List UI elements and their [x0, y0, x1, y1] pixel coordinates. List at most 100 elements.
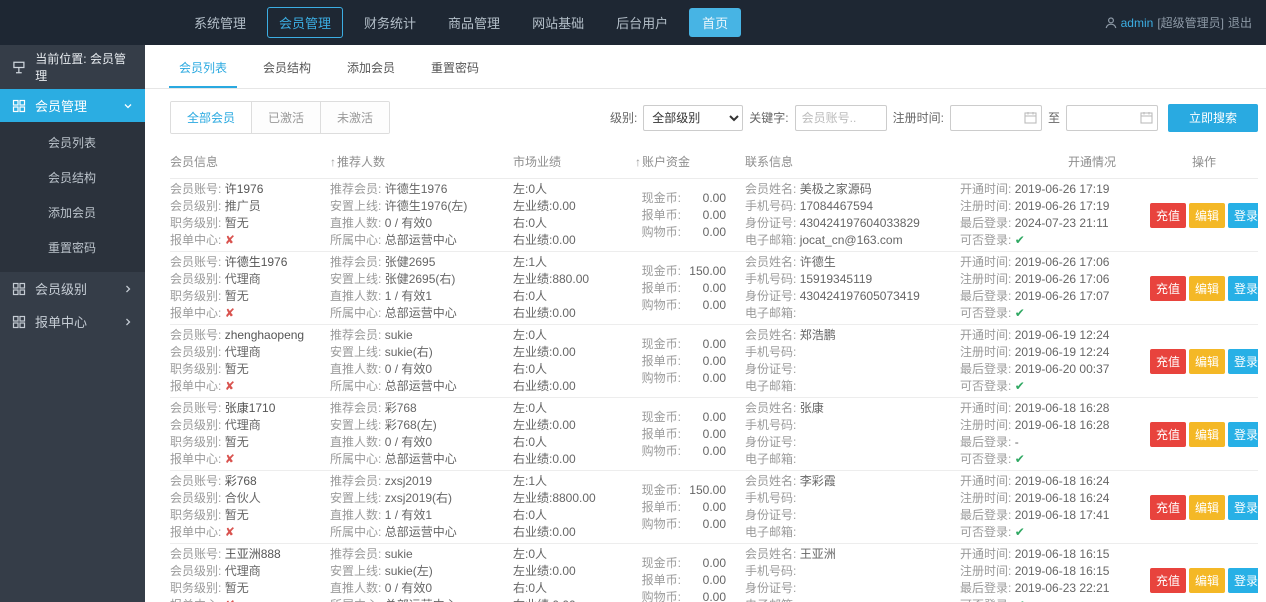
- regtime-start-input[interactable]: [949, 104, 1042, 131]
- member-account[interactable]: zhenghaopeng: [225, 328, 304, 342]
- contact-cell: 会员姓名: 李彩霞 手机号码: 身份证号: 电子邮箱:: [745, 474, 836, 539]
- open-time: 2019-06-18 16:28: [1014, 401, 1110, 415]
- actions-cell: 充值 编辑 登录: [1150, 181, 1258, 249]
- login-button[interactable]: 登录: [1228, 275, 1258, 301]
- edit-button[interactable]: 编辑: [1189, 567, 1226, 593]
- contact-cell: 会员姓名: 郑浩鹏 手机号码: 身份证号: 电子邮箱:: [745, 328, 836, 393]
- cross-icon: ✘: [224, 379, 235, 393]
- upline: zxsj2019(右): [384, 491, 453, 505]
- nav-item-website[interactable]: 网站基础: [521, 8, 595, 37]
- nav-item-backend-users[interactable]: 后台用户: [605, 8, 679, 37]
- belong-center: 总部运营中心: [385, 598, 457, 602]
- activation-cell: 开通时间: 2019-06-18 16:24 注册时间: 2019-06-18 …: [960, 474, 1110, 539]
- register-time: 2019-06-26 17:19: [1014, 199, 1110, 213]
- tab-member-list[interactable]: 会员列表: [169, 45, 238, 88]
- cross-icon: ✘: [225, 598, 235, 602]
- sidebar-item-add-member[interactable]: 添加会员: [0, 196, 145, 231]
- last-login: 2019-06-20 00:37: [1014, 362, 1110, 376]
- left-performance: 左业绩:0.00: [513, 345, 576, 359]
- referral-cell: 推荐会员: sukie 安置上线: sukie(左) 直推人数: 0 / 有效0…: [330, 546, 513, 602]
- edit-button[interactable]: 编辑: [1189, 348, 1226, 374]
- edit-button[interactable]: 编辑: [1189, 202, 1226, 228]
- actions-cell: 充值 编辑 登录: [1150, 400, 1258, 468]
- register-time: 2019-06-19 12:24: [1014, 345, 1110, 359]
- right-count: 右:0人: [513, 362, 548, 376]
- member-account[interactable]: 张康1710: [225, 401, 276, 415]
- contact-cell: 会员姓名: 许德生 手机号码: 15919345119 身份证号: 430424…: [745, 255, 920, 320]
- left-count: 左:0人: [513, 182, 548, 196]
- member-account[interactable]: 许1976: [225, 182, 264, 196]
- cash-coin: 0.00: [702, 190, 726, 205]
- recharge-button[interactable]: 充值: [1150, 421, 1187, 447]
- nav-item-finance[interactable]: 财务统计: [353, 8, 427, 37]
- login-button[interactable]: 登录: [1228, 421, 1258, 447]
- member-name: 郑浩鹏: [799, 328, 836, 342]
- username[interactable]: admin: [1121, 16, 1154, 30]
- tab-add-member[interactable]: 添加会员: [337, 45, 405, 88]
- nav-item-home[interactable]: 首页: [689, 8, 742, 37]
- login-button[interactable]: 登录: [1228, 494, 1258, 520]
- member-account[interactable]: 王亚洲888: [225, 547, 281, 561]
- phone: 17084467594: [799, 199, 874, 213]
- user-icon: [1105, 16, 1117, 28]
- last-login: 2019-06-18 17:41: [1014, 508, 1110, 522]
- right-performance: 右业绩:0.00: [513, 233, 576, 247]
- referrer: sukie: [384, 328, 413, 342]
- order-coin: 0.00: [702, 572, 726, 587]
- nav-item-system[interactable]: 系统管理: [183, 8, 257, 37]
- login-button[interactable]: 登录: [1228, 202, 1258, 228]
- status-tab-inactive[interactable]: 未激活: [321, 102, 390, 133]
- nav-item-members[interactable]: 会员管理: [267, 7, 344, 38]
- status-tab-activated[interactable]: 已激活: [252, 102, 322, 133]
- sidebar-item-member-structure[interactable]: 会员结构: [0, 161, 145, 196]
- member-info-cell: 会员账号: 王亚洲888 会员级别: 代理商 职务级别: 暂无 报单中心: ✘: [170, 546, 330, 602]
- logout-link[interactable]: 退出: [1228, 14, 1252, 31]
- recharge-button[interactable]: 充值: [1150, 275, 1187, 301]
- direct-count: 0 / 有效0: [384, 581, 433, 595]
- referral-cell: 推荐会员: 张健2695 安置上线: 张健2695(右) 直推人数: 1 / 有…: [330, 255, 457, 320]
- header-referrals[interactable]: ↑推荐人数: [330, 153, 513, 170]
- sidebar-item-order-center[interactable]: 报单中心: [0, 305, 145, 338]
- edit-button[interactable]: 编辑: [1189, 494, 1226, 520]
- activation-cell: 开通时间: 2019-06-26 17:06 注册时间: 2019-06-26 …: [960, 255, 1110, 320]
- login-button[interactable]: 登录: [1228, 567, 1258, 593]
- contact-cell: 会员姓名: 美极之家源码 手机号码: 17084467594 身份证号: 430…: [745, 182, 920, 247]
- status-tab-all[interactable]: 全部会员: [171, 102, 253, 133]
- left-performance: 左业绩:0.00: [513, 418, 576, 432]
- recharge-button[interactable]: 充值: [1150, 494, 1187, 520]
- member-level: 代理商: [224, 345, 261, 359]
- sidebar-item-reset-password[interactable]: 重置密码: [0, 231, 145, 266]
- search-button[interactable]: 立即搜索: [1167, 103, 1258, 132]
- left-count: 左:0人: [513, 547, 548, 561]
- check-icon: ✔: [1014, 525, 1025, 539]
- member-name: 王亚洲: [799, 547, 836, 561]
- sidebar: 当前位置: 会员管理 会员管理 会员列表 会员结构 添加会员 重置密码 会员级别: [0, 45, 145, 602]
- cross-icon: ✘: [224, 233, 235, 247]
- direct-count: 0 / 有效0: [384, 216, 433, 230]
- sidebar-item-member-list[interactable]: 会员列表: [0, 126, 145, 161]
- nav-item-products[interactable]: 商品管理: [437, 8, 511, 37]
- right-performance: 右业绩:0.00: [513, 597, 625, 602]
- edit-button[interactable]: 编辑: [1189, 421, 1226, 447]
- edit-button[interactable]: 编辑: [1189, 275, 1226, 301]
- regtime-end-input[interactable]: [1065, 104, 1158, 131]
- recharge-button[interactable]: 充值: [1150, 567, 1187, 593]
- recharge-button[interactable]: 充值: [1150, 348, 1187, 374]
- job-level: 暂无: [224, 216, 249, 230]
- member-account[interactable]: 许德生1976: [225, 255, 288, 269]
- tab-reset-password[interactable]: 重置密码: [421, 45, 489, 88]
- member-info-cell: 会员账号: 彩768 会员级别: 合伙人 职务级别: 暂无 报单中心: ✘: [170, 474, 261, 539]
- keyword-input[interactable]: [794, 104, 887, 131]
- job-level: 暂无: [224, 289, 249, 303]
- check-icon: ✔: [1014, 233, 1025, 247]
- sidebar-item-member-level[interactable]: 会员级别: [0, 272, 145, 305]
- member-account[interactable]: 彩768: [225, 474, 257, 488]
- sidebar-item-member-management[interactable]: 会员管理: [0, 89, 145, 122]
- recharge-button[interactable]: 充值: [1150, 202, 1187, 228]
- tab-member-structure[interactable]: 会员结构: [253, 45, 321, 88]
- level-select[interactable]: 全部级别: [643, 104, 744, 131]
- header-account-funds[interactable]: ↑账户资金: [635, 153, 745, 170]
- actions-cell: 充值 编辑 登录: [1150, 327, 1258, 395]
- right-count: 右:0人: [513, 216, 548, 230]
- login-button[interactable]: 登录: [1228, 348, 1258, 374]
